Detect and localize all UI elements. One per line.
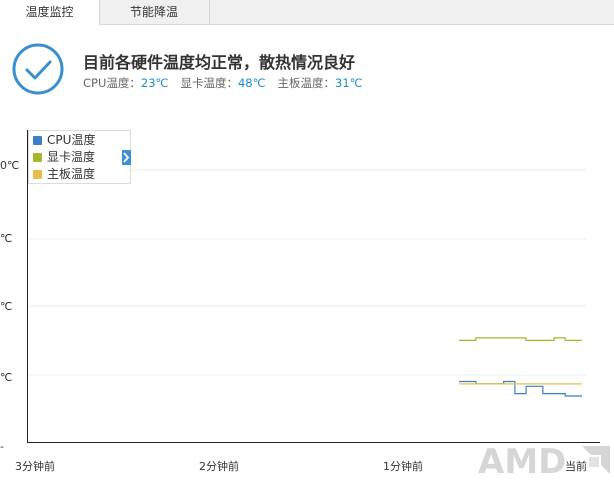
tab-temperature-monitor[interactable]: 温度监控 [0, 0, 100, 25]
legend-swatch-gpu [33, 153, 42, 162]
x-tick-label: 3分钟前 [15, 459, 55, 473]
temperature-chart: 0℃℃℃℃-3分钟前 2分钟前 1分钟前 当前 [0, 130, 600, 473]
x-tick-label: 1分钟前 [383, 459, 423, 473]
legend-item-board[interactable]: 主板温度 [33, 166, 95, 183]
legend-item-gpu[interactable]: 显卡温度 [33, 149, 95, 166]
y-tick-label: ℃ [0, 232, 12, 245]
y-tick-label: 0℃ [0, 159, 19, 172]
chart-legend: CPU温度 显卡温度 主板温度 [28, 130, 131, 184]
y-tick-label: - [0, 440, 4, 453]
watermark-text: AMD [478, 442, 566, 479]
legend-item-cpu[interactable]: CPU温度 [33, 132, 95, 149]
x-tick-label: 2分钟前 [199, 459, 239, 473]
chevron-right-icon[interactable] [122, 150, 131, 165]
series-line-gpu [459, 337, 582, 341]
legend-swatch-board [33, 170, 42, 179]
legend-swatch-cpu [33, 136, 42, 145]
y-tick-label: ℃ [0, 300, 12, 313]
y-tick-label: ℃ [0, 371, 12, 384]
amd-logo-watermark: AMD [478, 440, 614, 482]
